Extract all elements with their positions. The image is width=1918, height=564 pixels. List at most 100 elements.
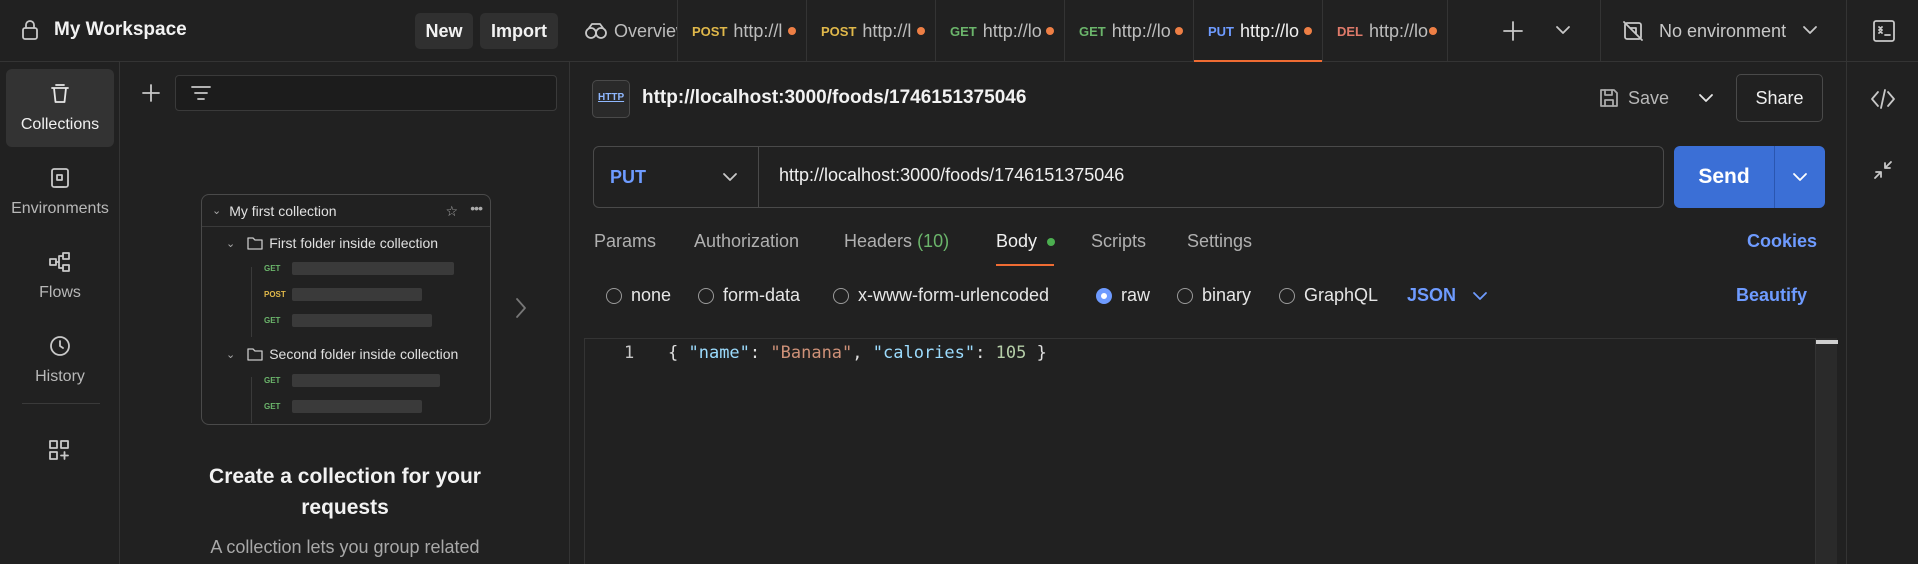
chevron-down-icon [1472,290,1488,302]
http-icon: HTTP [592,80,630,118]
method-badge: POST [264,289,286,299]
unsaved-dot [917,27,925,35]
placeholder-bar [292,399,422,413]
add-workbench-icon[interactable] [47,438,71,462]
chevron-right-icon[interactable] [514,296,528,320]
import-button[interactable]: Import [480,13,558,49]
workspace-header: My Workspace New Import [0,0,570,62]
body-type-urlencoded[interactable]: x-www-form-urlencoded [833,285,1049,306]
json-colon: : [975,343,996,363]
method-badge: POST [692,23,728,39]
radio-icon [606,287,622,304]
tab-request[interactable]: POST http://l [807,0,936,62]
method-badge: GET [264,263,281,273]
unsaved-dot [788,27,796,35]
preview-collection-row: ⌄ My first collection ☆ ••• [202,195,490,227]
code-icon[interactable] [1870,88,1896,110]
editor-scrollbar[interactable] [1815,338,1838,564]
tab-request[interactable]: GET http://lo [936,0,1065,62]
plus-icon[interactable] [140,82,162,104]
sidebar-item-environments[interactable]: Environments [6,153,114,231]
tab-label: http://lo [1240,20,1300,41]
request-title[interactable]: http://localhost:3000/foods/174615137504… [642,87,1026,109]
tab-overview[interactable]: Overview [570,0,678,62]
sidebar-item-label: Environments [11,200,109,217]
sidebar-rail: Collections Environments Flows History [0,62,120,564]
chevron-down-icon[interactable] [1555,24,1571,36]
sidebar-item-label: Flows [39,284,81,301]
search-input[interactable] [175,75,557,111]
body-format-select[interactable]: JSON [1407,285,1488,306]
body-editor[interactable] [584,338,1816,564]
save-options-chevron-icon[interactable] [1698,92,1714,104]
collections-panel: ⌄ My first collection ☆ ••• ⌄ First fold… [120,62,570,564]
radio-label: GraphQL [1304,285,1379,305]
environment-quicklook-icon[interactable] [1871,18,1897,44]
collections-icon [48,82,72,106]
tab-params[interactable]: Params [594,231,656,252]
tab-authorization[interactable]: Authorization [694,231,799,252]
save-icon [1598,87,1620,109]
json-brace: { [668,343,689,363]
chevron-down-icon: ⌄ [212,205,222,217]
collection-preview-card: ⌄ My first collection ☆ ••• ⌄ First fold… [201,194,491,425]
tab-request[interactable]: DEL http://lo [1323,0,1448,62]
history-icon [48,334,72,358]
body-type-binary[interactable]: binary [1177,285,1251,306]
json-colon: : [749,343,771,363]
tab-headers[interactable]: Headers (10) [844,231,949,252]
beautify-button[interactable]: Beautify [1736,285,1807,306]
filter-icon[interactable] [190,84,212,102]
radio-label: binary [1202,285,1252,305]
method-badge: GET [264,401,281,411]
preview-folder-name: Second folder inside collection [269,346,459,362]
method-badge: GET [264,315,281,325]
unsaved-dot [1304,27,1312,35]
star-icon: ☆ [445,203,458,219]
tab-body[interactable]: Body [996,231,1056,252]
collapse-icon[interactable] [1873,160,1893,180]
environment-label: No environment [1659,20,1787,41]
sidebar-item-flows[interactable]: Flows [6,237,114,315]
tab-request-active[interactable]: PUT http://lo [1194,0,1323,62]
rail-divider [22,403,100,404]
tab-settings[interactable]: Settings [1187,231,1252,252]
environments-icon [48,166,72,190]
method-select[interactable]: PUT [594,147,759,207]
tab-request[interactable]: GET http://lo [1065,0,1194,62]
preview-folder-row: ⌄ First folder inside collection [202,230,490,256]
radio-icon [698,287,714,304]
send-button[interactable]: Send [1674,146,1775,208]
json-key: "name" [688,343,750,363]
line-number: 1 [624,343,635,363]
tab-request[interactable]: POST http://l [678,0,807,62]
tab-label: http://lo [982,20,1042,41]
body-type-form-data[interactable]: form-data [698,285,800,306]
body-type-graphql[interactable]: GraphQL [1279,285,1378,306]
workspace-title[interactable]: My Workspace [54,19,187,41]
json-number: 105 [995,343,1027,363]
cookies-link[interactable]: Cookies [1747,231,1817,252]
preview-collection-name: My first collection [229,202,337,219]
body-type-raw[interactable]: raw [1096,285,1150,306]
method-badge: DEL [1337,23,1363,39]
new-button[interactable]: New [415,13,473,49]
url-input[interactable]: http://localhost:3000/foods/174615137504… [779,165,1124,186]
share-button[interactable]: Share [1736,74,1823,122]
new-tab-icon[interactable] [1502,20,1524,42]
unsaved-dot [1175,27,1183,35]
tab-label: http://lo [1369,20,1429,41]
environment-selector[interactable]: No environment [1600,0,1840,62]
request-tab-bar: Overview POST http://l POST http://l GET… [570,0,1918,62]
body-type-none[interactable]: none [606,285,671,306]
save-button[interactable]: Save [1598,74,1686,122]
preview-folder-row: ⌄ Second folder inside collection [202,341,490,367]
radio-label: raw [1121,285,1151,305]
send-button-group: Send [1674,146,1825,208]
active-tab-underline [996,264,1054,266]
send-options-chevron-icon[interactable] [1775,146,1825,208]
sidebar-item-collections[interactable]: Collections [6,69,114,147]
sidebar-item-history[interactable]: History [6,321,114,399]
sidebar-item-label: Collections [20,116,100,133]
tab-scripts[interactable]: Scripts [1091,231,1146,252]
